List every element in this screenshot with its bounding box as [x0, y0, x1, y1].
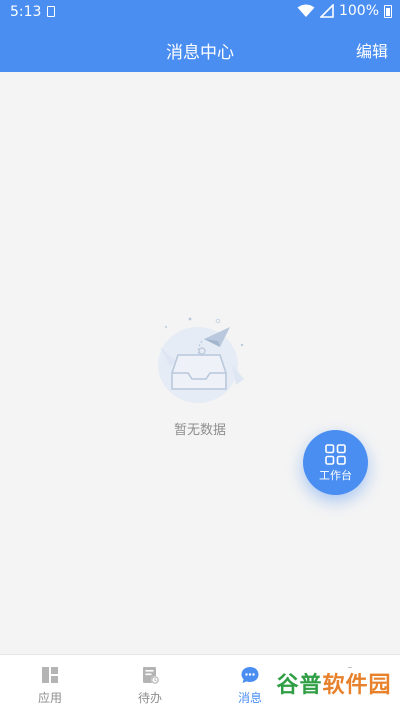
battery-percent: 100% — [338, 3, 379, 19]
empty-state: 暂无数据 — [140, 305, 260, 438]
message-icon — [241, 667, 259, 683]
empty-inbox-icon — [158, 317, 244, 403]
workbench-button[interactable]: 工作台 — [303, 430, 368, 495]
watermark-part1: 谷普 — [276, 673, 323, 698]
signal-icon — [319, 4, 334, 18]
tab-apps-label: 应用 — [37, 691, 62, 705]
workbench-label: 工作台 — [319, 469, 352, 482]
wifi-icon — [297, 4, 315, 17]
status-right: 100% — [297, 3, 392, 19]
grid-icon — [325, 444, 346, 465]
edit-button[interactable]: 编辑 — [356, 38, 388, 62]
todo-icon — [143, 667, 159, 684]
tab-todo-label: 待办 — [137, 691, 162, 705]
sim-icon — [47, 6, 55, 17]
page-title: 消息中心 — [166, 43, 234, 63]
apps-icon — [42, 667, 58, 683]
tab-apps[interactable]: 应用 — [0, 655, 100, 711]
status-time: 5:13 — [10, 4, 42, 20]
watermark-logo: 谷普软件园 — [275, 668, 393, 704]
empty-text: 暂无数据 — [173, 423, 226, 438]
app-header: 5:13 100% 消息中心 编辑 — [0, 0, 400, 72]
status-bar: 5:13 100% — [0, 0, 400, 24]
tab-todo[interactable]: 待办 — [100, 655, 200, 711]
watermark-part2: 软件园 — [322, 673, 392, 698]
battery-icon — [384, 4, 392, 18]
